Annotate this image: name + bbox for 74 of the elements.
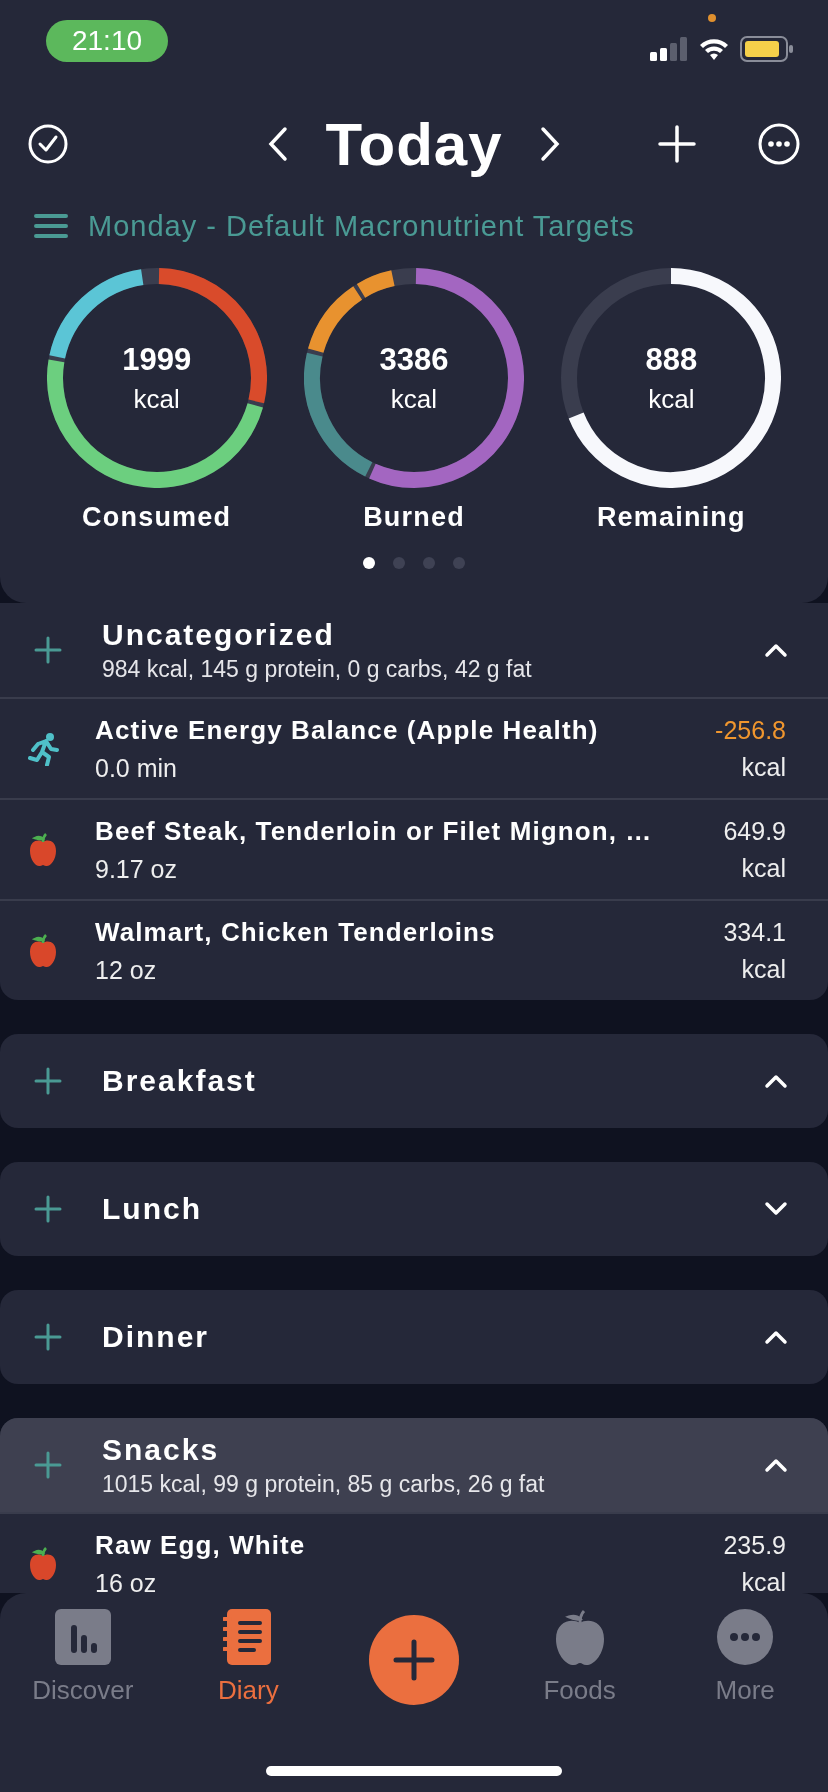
diary-entry[interactable]: Beef Steak, Tenderloin or Filet Mignon, … 9.17 oz 649.9 kcal bbox=[0, 798, 828, 899]
entry-calories: -256.8 bbox=[715, 715, 786, 745]
section-header[interactable]: Breakfast bbox=[0, 1034, 828, 1128]
entry-calories: 235.9 bbox=[723, 1530, 786, 1560]
next-day-icon[interactable] bbox=[538, 126, 561, 162]
section-title: Dinner bbox=[102, 1320, 210, 1354]
section-header[interactable]: Dinner bbox=[0, 1290, 828, 1384]
entry-calories: 649.9 bbox=[723, 816, 786, 846]
page-dot[interactable] bbox=[393, 557, 405, 569]
entry-unit: kcal bbox=[741, 954, 786, 984]
running-person-icon bbox=[28, 731, 60, 766]
calorie-value: 3386 bbox=[379, 341, 449, 378]
calorie-unit: kcal bbox=[133, 383, 180, 415]
entry-unit: kcal bbox=[741, 752, 786, 782]
menu-icon[interactable] bbox=[34, 213, 68, 239]
entry-calories: 334.1 bbox=[723, 917, 786, 947]
tab-button[interactable]: Diary bbox=[218, 1609, 279, 1706]
chevron-up-icon[interactable] bbox=[764, 642, 788, 658]
more-icon[interactable] bbox=[758, 123, 800, 165]
notebook-icon bbox=[223, 1609, 274, 1665]
chevron-down-icon[interactable] bbox=[764, 1201, 788, 1217]
entry-unit: kcal bbox=[741, 853, 786, 883]
battery-icon bbox=[740, 36, 794, 62]
section-header[interactable]: Uncategorized 984 kcal, 145 g protein, 0 g carbs, 42 g fat bbox=[0, 603, 828, 697]
tab-button[interactable]: More bbox=[715, 1609, 775, 1706]
targets-link[interactable]: Monday - Default Macronutrient Targets bbox=[88, 209, 635, 243]
section-summary: 1015 kcal, 99 g protein, 85 g carbs, 26 g fat bbox=[102, 1470, 546, 1498]
section-header[interactable]: Snacks 1015 kcal, 99 g protein, 85 g carbs, 26 g fat bbox=[0, 1418, 828, 1512]
apple-icon bbox=[28, 933, 58, 968]
section-header[interactable]: Lunch bbox=[0, 1162, 828, 1256]
apple-icon bbox=[28, 832, 58, 867]
entry-amount: 9.17 oz bbox=[95, 854, 178, 884]
entry-name: Walmart, Chicken Tenderloins bbox=[95, 916, 497, 948]
calorie-unit: kcal bbox=[390, 383, 438, 415]
ring-label: Remaining bbox=[596, 502, 746, 533]
entry-name: Active Energy Balance (Apple Health) bbox=[95, 714, 600, 746]
entry-name: Raw Egg, White bbox=[95, 1529, 307, 1561]
entry-amount: 12 oz bbox=[95, 955, 158, 985]
chevron-up-icon[interactable] bbox=[764, 1457, 788, 1473]
bar-chart-icon bbox=[54, 1609, 111, 1665]
signal-icon bbox=[650, 37, 688, 61]
tab-button[interactable]: Foods bbox=[543, 1609, 616, 1706]
date-title: Today bbox=[325, 109, 503, 179]
status-time: 21:10 bbox=[46, 20, 168, 62]
section-title: Lunch bbox=[102, 1192, 203, 1226]
tab-button[interactable]: Discover bbox=[32, 1609, 134, 1706]
more-icon bbox=[717, 1609, 774, 1665]
calorie-value: 1999 bbox=[122, 341, 192, 378]
wifi-icon bbox=[698, 37, 730, 61]
section-title: Uncategorized bbox=[102, 617, 336, 652]
entry-amount: 0.0 min bbox=[95, 753, 178, 783]
apple-icon bbox=[28, 1546, 58, 1581]
chevron-up-icon[interactable] bbox=[764, 1329, 788, 1345]
entry-name: Beef Steak, Tenderloin or Filet Mignon, … bbox=[95, 815, 654, 847]
previous-day-icon[interactable] bbox=[267, 126, 290, 162]
ring-label: Burned bbox=[363, 502, 465, 533]
page-dot[interactable] bbox=[423, 557, 435, 569]
page-dot[interactable] bbox=[453, 557, 465, 569]
plus-icon bbox=[392, 1638, 436, 1682]
check-circle-icon[interactable] bbox=[28, 124, 68, 164]
entry-amount: 16 oz bbox=[95, 1568, 158, 1593]
entry-unit: kcal bbox=[741, 1567, 786, 1593]
ring-label: Consumed bbox=[82, 502, 232, 533]
calorie-unit: kcal bbox=[648, 383, 695, 415]
apple-icon bbox=[553, 1609, 606, 1665]
diary-entry[interactable]: Walmart, Chicken Tenderloins 12 oz 334.1 kcal bbox=[0, 899, 828, 1000]
privacy-dot-icon bbox=[708, 14, 716, 22]
chevron-up-icon[interactable] bbox=[764, 1073, 788, 1089]
section-title: Breakfast bbox=[102, 1064, 258, 1098]
section-summary: 984 kcal, 145 g protein, 0 g carbs, 42 g fat bbox=[102, 655, 533, 683]
diary-entry[interactable]: Active Energy Balance (Apple Health) 0.0 min -256.8 kcal bbox=[0, 697, 828, 798]
calorie-value: 888 bbox=[645, 341, 698, 378]
section-title: Snacks bbox=[102, 1432, 221, 1467]
page-dot[interactable] bbox=[363, 557, 375, 569]
